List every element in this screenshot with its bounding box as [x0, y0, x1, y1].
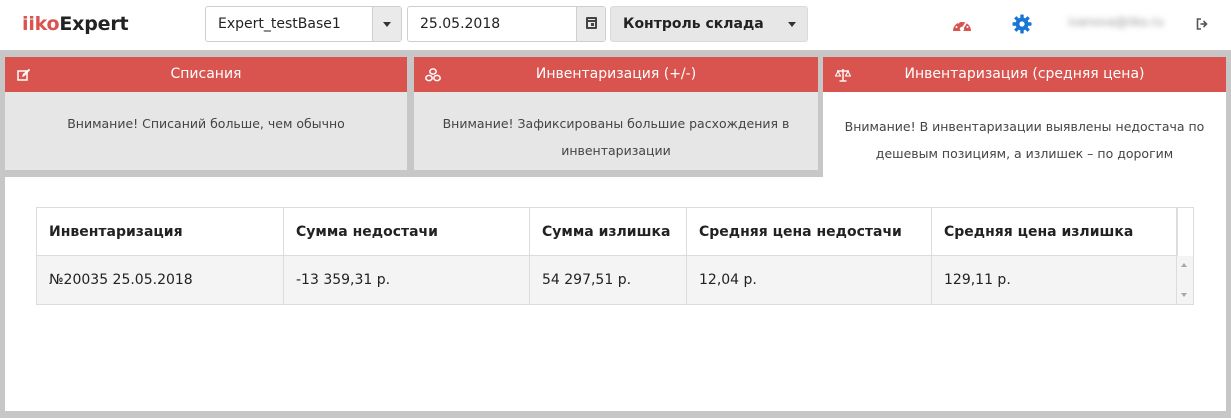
- card-title: Инвентаризация (+/-): [535, 66, 697, 82]
- column-header[interactable]: Средняя цена излишка: [932, 208, 1177, 256]
- table-cell: 129,11 р.: [932, 256, 1177, 304]
- user-email[interactable]: ivanova@iiko.ru: [1068, 15, 1164, 29]
- card-title: Инвентаризация (средняя цена): [904, 66, 1145, 82]
- mode-select-caret: [785, 7, 799, 41]
- card-message: Внимание! Списаний больше, чем обычно: [5, 92, 407, 170]
- table-cell: 54 297,51 р.: [530, 256, 687, 304]
- logo-part-iiko: iiko: [22, 13, 60, 35]
- balance-scale-icon: [835, 69, 851, 82]
- alert-card-inventory-avg-price[interactable]: Инвентаризация (средняя цена) Внимание! …: [823, 57, 1226, 178]
- calendar-button[interactable]: [576, 7, 605, 41]
- settings-gear-icon[interactable]: [1012, 14, 1032, 34]
- alert-card-inventory-diff[interactable]: Инвентаризация (+/-) Внимание! Зафиксиро…: [414, 57, 818, 170]
- mode-select-value: Контроль склада: [623, 16, 764, 32]
- table-scrollbar[interactable]: [1177, 256, 1193, 304]
- table-cell: 12,04 р.: [687, 256, 932, 304]
- frame-border-bottom: [0, 411, 1231, 418]
- date-field-value: 25.05.2018: [420, 16, 501, 32]
- frame-border-right: [1226, 50, 1231, 418]
- logout-icon[interactable]: [1196, 18, 1208, 30]
- table-cell: №20035 25.05.2018: [37, 256, 284, 304]
- database-select-value: Expert_testBase1: [218, 16, 341, 32]
- coins-icon: [425, 68, 441, 82]
- column-header[interactable]: Сумма излишка: [530, 208, 687, 256]
- mode-select[interactable]: Контроль склада: [610, 6, 808, 42]
- column-header[interactable]: Инвентаризация: [37, 208, 284, 256]
- table-header: Инвентаризация Сумма недостачи Сумма изл…: [37, 208, 1177, 256]
- app-logo[interactable]: iikoExpert: [22, 13, 129, 35]
- scrollbar-header-spacer: [1177, 208, 1193, 256]
- calendar-icon: [586, 17, 597, 29]
- card-header[interactable]: Списания: [5, 57, 407, 92]
- database-select-toggle[interactable]: [372, 7, 401, 41]
- column-header[interactable]: Средняя цена недостачи: [687, 208, 932, 256]
- dashboard-gauge-icon[interactable]: [951, 15, 973, 35]
- column-header[interactable]: Сумма недостачи: [284, 208, 530, 256]
- scroll-up-arrow-icon[interactable]: [1181, 263, 1187, 267]
- table-row[interactable]: №20035 25.05.2018 -13 359,31 р. 54 297,5…: [37, 256, 1177, 304]
- alert-card-writeoffs[interactable]: Списания Внимание! Списаний больше, чем …: [5, 57, 407, 170]
- card-title: Списания: [170, 66, 242, 82]
- card-header[interactable]: Инвентаризация (средняя цена): [823, 57, 1226, 92]
- top-bar: iikoExpert Expert_testBase1 25.05.2018 К…: [0, 0, 1231, 50]
- database-select[interactable]: Expert_testBase1: [205, 6, 402, 42]
- card-message: Внимание! Зафиксированы большие расхожде…: [414, 92, 818, 170]
- table-cell: -13 359,31 р.: [284, 256, 530, 304]
- inventory-table: Инвентаризация Сумма недостачи Сумма изл…: [36, 207, 1194, 305]
- edit-icon: [17, 68, 31, 81]
- card-message: Внимание! В инвентаризации выявлены недо…: [823, 92, 1226, 178]
- date-field[interactable]: 25.05.2018: [407, 6, 606, 42]
- chevron-down-icon: [383, 22, 391, 27]
- frame-border-top: [0, 50, 1231, 57]
- card-header[interactable]: Инвентаризация (+/-): [414, 57, 818, 92]
- card-separator: [407, 57, 414, 170]
- logo-part-expert: Expert: [59, 13, 129, 35]
- chevron-down-icon: [788, 22, 796, 27]
- scroll-down-arrow-icon[interactable]: [1181, 293, 1187, 297]
